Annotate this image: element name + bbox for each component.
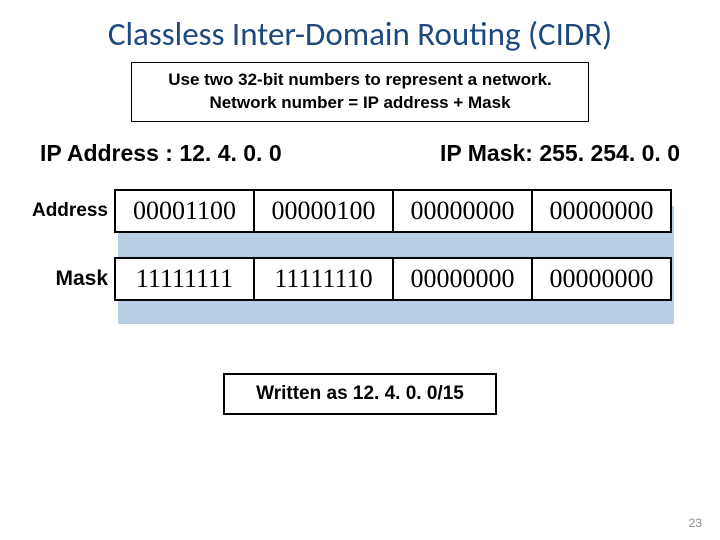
address-row: Address 00001100 00000100 00000000 00000…: [14, 189, 720, 233]
address-octet: 00000000: [533, 189, 672, 233]
page-number: 23: [689, 516, 702, 530]
ip-summary-line: IP Address : 12. 4. 0. 0 IP Mask: 255. 2…: [40, 140, 680, 167]
mask-octet: 11111110: [255, 257, 394, 301]
address-octet: 00001100: [114, 189, 255, 233]
page-title: Classless Inter-Domain Routing (CIDR): [0, 0, 720, 62]
mask-octet: 11111111: [114, 257, 255, 301]
mask-octet: 00000000: [394, 257, 533, 301]
mask-row: Mask 11111111 11111110 00000000 00000000: [14, 257, 720, 301]
mask-octet: 00000000: [533, 257, 672, 301]
subtitle-line2: Network number = IP address + Mask: [140, 92, 580, 115]
written-as-box: Written as 12. 4. 0. 0/15: [223, 373, 497, 415]
mask-row-label: Mask: [14, 267, 108, 291]
address-octet: 00000000: [394, 189, 533, 233]
subtitle-line1: Use two 32-bit numbers to represent a ne…: [140, 69, 580, 92]
ip-address-label: IP Address : 12. 4. 0. 0: [40, 140, 282, 167]
address-octet: 00000100: [255, 189, 394, 233]
subtitle-box: Use two 32-bit numbers to represent a ne…: [131, 62, 589, 122]
ip-mask-label: IP Mask: 255. 254. 0. 0: [440, 140, 680, 167]
address-row-label: Address: [14, 200, 108, 222]
